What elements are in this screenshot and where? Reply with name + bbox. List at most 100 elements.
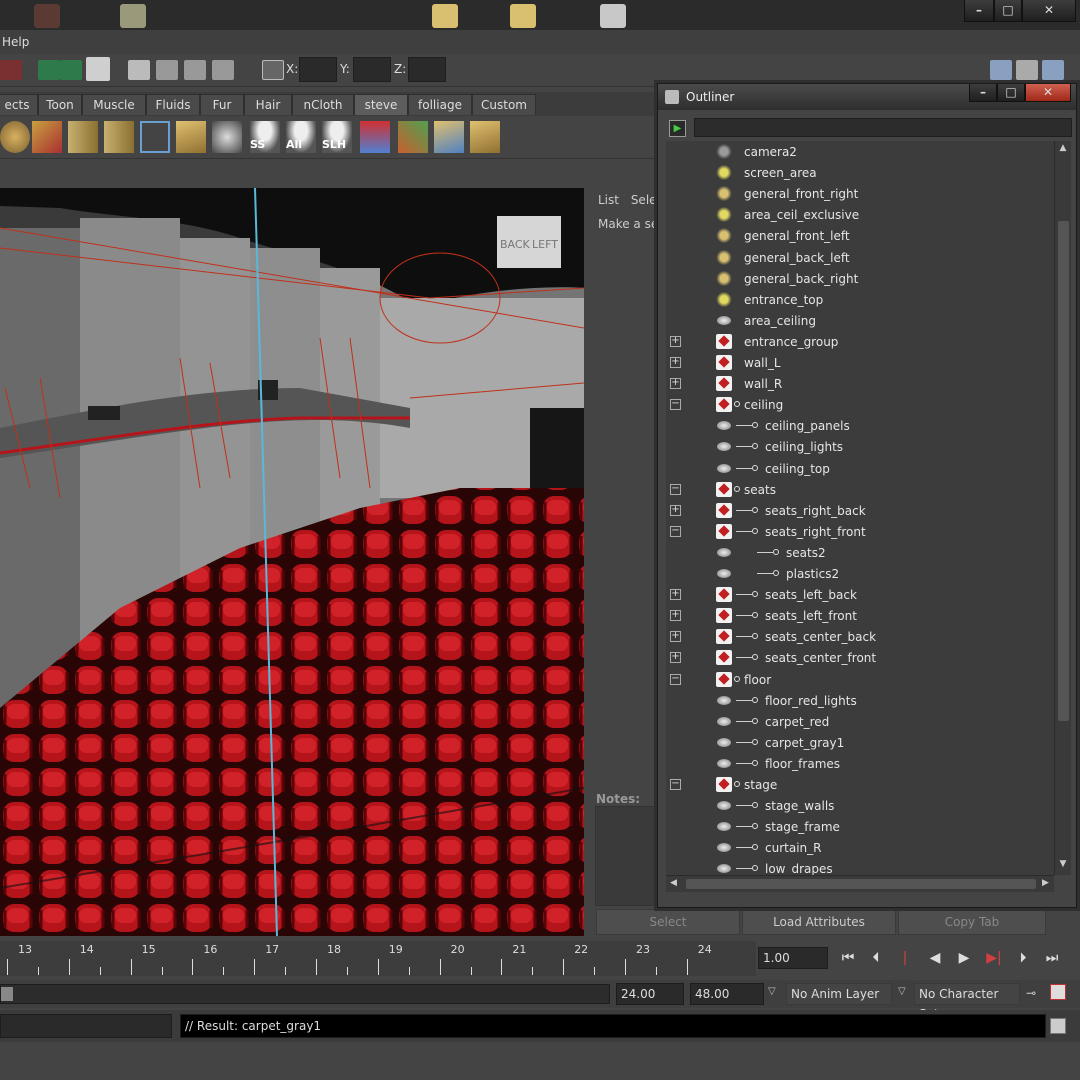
spotlight-icon[interactable]: [360, 121, 390, 153]
attribute-editor-icon[interactable]: [990, 60, 1012, 80]
shelf-tab[interactable]: Toon: [38, 94, 82, 115]
shelf-tab[interactable]: nCloth: [292, 94, 354, 115]
close-button[interactable]: ✕: [1022, 0, 1076, 22]
shelf-tab[interactable]: Muscle: [82, 94, 146, 115]
range-max-field[interactable]: 48.00: [690, 983, 764, 1005]
render-frame-icon[interactable]: [128, 60, 150, 80]
menu-help[interactable]: Help: [2, 35, 29, 49]
outliner-item[interactable]: + seats_left_front: [666, 605, 1054, 626]
outliner-item[interactable]: screen_area: [666, 162, 1054, 183]
outliner-item[interactable]: low_drapes: [666, 858, 1054, 875]
uv-icon[interactable]: [434, 121, 464, 153]
expand-icon[interactable]: +: [670, 652, 681, 664]
transfer-icon[interactable]: [32, 121, 62, 153]
outliner-item[interactable]: + seats_right_back: [666, 500, 1054, 521]
expand-icon[interactable]: +: [670, 631, 681, 643]
cylinder-icon[interactable]: [104, 121, 134, 153]
outliner-item[interactable]: − seats_right_front: [666, 521, 1054, 542]
outliner-item[interactable]: − floor: [666, 669, 1054, 690]
outliner-item[interactable]: − stage: [666, 774, 1054, 795]
outliner-item[interactable]: plastics2: [666, 563, 1054, 584]
outliner-item[interactable]: ceiling_panels: [666, 415, 1054, 436]
expand-icon[interactable]: +: [670, 335, 681, 347]
outliner-search-input[interactable]: [694, 118, 1072, 137]
outliner-maximize-button[interactable]: □: [997, 84, 1025, 102]
paint-icon[interactable]: [398, 121, 428, 153]
x-input[interactable]: [299, 57, 337, 82]
outliner-item[interactable]: + seats_center_front: [666, 647, 1054, 668]
shelf-tab[interactable]: Fluids: [146, 94, 200, 115]
outliner-item[interactable]: seats2: [666, 542, 1054, 563]
range-slider[interactable]: [0, 984, 610, 1004]
shelf-tab-active[interactable]: steve: [354, 94, 408, 115]
outliner-item[interactable]: ceiling_lights: [666, 436, 1054, 457]
filter-icon[interactable]: ▶: [669, 120, 686, 137]
key-icon[interactable]: ⊸: [1026, 986, 1036, 1000]
outliner-item[interactable]: + seats_left_back: [666, 584, 1054, 605]
step-forward-icon[interactable]: ⏵: [1013, 950, 1033, 968]
outliner-close-button[interactable]: ✕: [1025, 84, 1071, 102]
outliner-item[interactable]: − ceiling: [666, 394, 1054, 415]
outliner-item[interactable]: area_ceiling: [666, 310, 1054, 331]
plane-icon[interactable]: [176, 121, 206, 153]
shelf-tab[interactable]: Custom: [472, 94, 536, 115]
camera-icon[interactable]: [212, 121, 242, 153]
desktop-icon[interactable]: [34, 4, 60, 28]
desktop-icon[interactable]: [600, 4, 626, 28]
collapse-icon[interactable]: −: [670, 525, 681, 537]
load-attributes-button[interactable]: Load Attributes: [742, 909, 896, 935]
expand-icon[interactable]: +: [670, 610, 681, 622]
ipr-render-icon[interactable]: [156, 60, 178, 80]
outliner-item[interactable]: general_back_right: [666, 268, 1054, 289]
play-backward-icon[interactable]: ◀: [925, 950, 945, 968]
z-input[interactable]: [408, 57, 446, 82]
plane-icon[interactable]: [470, 121, 500, 153]
tool-settings-icon[interactable]: [1016, 60, 1038, 80]
outliner-item[interactable]: general_back_left: [666, 247, 1054, 268]
outliner-item[interactable]: curtain_R: [666, 837, 1054, 858]
play-forward-icon[interactable]: ▶: [954, 950, 974, 968]
y-input[interactable]: [353, 57, 391, 82]
expand-icon[interactable]: +: [670, 357, 681, 368]
time-slider[interactable]: 13 14 15 16 17 18 19 20 21 22 23 24: [0, 941, 756, 976]
select-button[interactable]: Select: [596, 909, 740, 935]
auto-key-icon[interactable]: [1050, 984, 1066, 1000]
vertical-scrollbar[interactable]: ▲ ▼: [1054, 141, 1071, 875]
folder-icon[interactable]: [432, 4, 458, 28]
sphere-icon[interactable]: [0, 121, 30, 153]
range-slider-handle[interactable]: [1, 987, 13, 1001]
render-settings-icon[interactable]: [184, 60, 206, 80]
mel-input[interactable]: [0, 1014, 172, 1038]
expand-icon[interactable]: +: [670, 378, 681, 390]
range-end-field[interactable]: 24.00: [616, 983, 684, 1005]
outliner-item[interactable]: − seats: [666, 479, 1054, 500]
channel-box-icon[interactable]: [1042, 60, 1064, 80]
go-to-end-icon[interactable]: ⏭: [1042, 950, 1062, 968]
scroll-thumb[interactable]: [1058, 221, 1069, 721]
collapse-icon[interactable]: −: [670, 779, 681, 790]
outliner-item[interactable]: + wall_R: [666, 373, 1054, 394]
outliner-item[interactable]: carpet_red: [666, 711, 1054, 732]
shelf-tab[interactable]: Hair: [244, 94, 292, 115]
scroll-thumb[interactable]: [686, 879, 1036, 889]
copy-tab-button[interactable]: Copy Tab: [898, 909, 1046, 935]
outliner-item[interactable]: stage_walls: [666, 795, 1054, 816]
character-set-dropdown[interactable]: No Character Set: [914, 983, 1020, 1021]
outliner-item[interactable]: general_front_left: [666, 225, 1054, 246]
outliner-item[interactable]: carpet_gray1: [666, 732, 1054, 753]
outliner-item[interactable]: camera2: [666, 141, 1054, 162]
cylinder-icon[interactable]: [68, 121, 98, 153]
anim-layer-dropdown[interactable]: No Anim Layer: [786, 983, 892, 1005]
select-mode-icon[interactable]: [262, 60, 284, 80]
step-back-key-icon[interactable]: |: [895, 950, 915, 968]
cube-grid-icon[interactable]: [140, 121, 170, 153]
folder-icon[interactable]: [510, 4, 536, 28]
outliner-item[interactable]: + entrance_group: [666, 331, 1054, 352]
list-menu[interactable]: List: [598, 193, 619, 207]
outliner-minimize-button[interactable]: –: [969, 84, 997, 102]
shelf-tab[interactable]: folliage: [408, 94, 472, 115]
script-editor-icon[interactable]: [1050, 1018, 1066, 1034]
collapse-icon[interactable]: −: [670, 399, 681, 411]
collapse-icon[interactable]: −: [670, 673, 681, 685]
shelf-tab[interactable]: Fur: [200, 94, 244, 115]
